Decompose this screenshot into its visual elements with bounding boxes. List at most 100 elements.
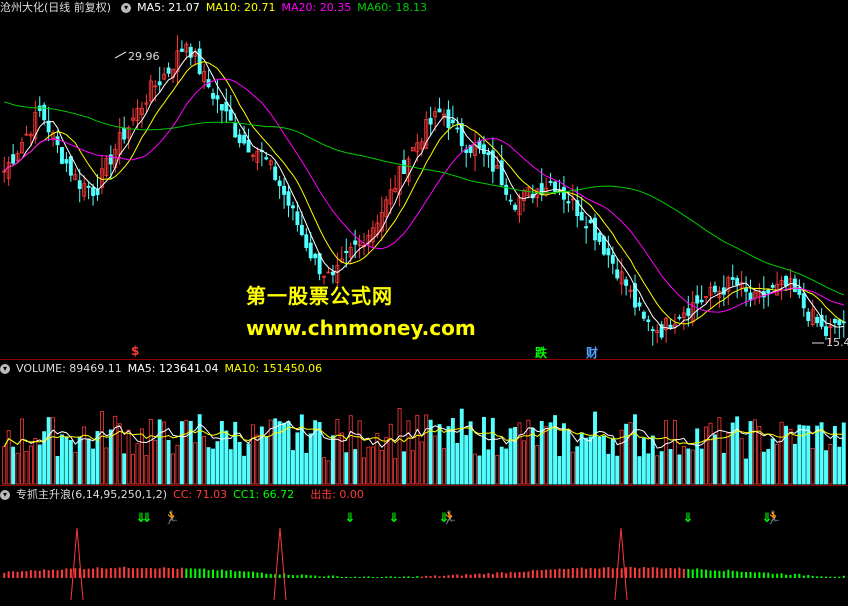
volume-bar — [624, 423, 629, 485]
volume-bar — [442, 448, 446, 485]
volume-bar — [224, 430, 229, 485]
volume-bar — [126, 429, 131, 485]
candle-body — [832, 319, 837, 323]
volume-bar — [824, 450, 828, 485]
volume-bar — [202, 436, 207, 485]
candle-body — [402, 159, 406, 175]
buy-arrow-icon: ⇓ — [345, 511, 356, 526]
candle-body — [330, 271, 335, 276]
candle-body — [237, 134, 242, 144]
volume-bar — [557, 456, 562, 485]
runner-icon: 🏃 — [766, 510, 782, 526]
candle-body — [122, 127, 127, 140]
volume-bar — [28, 445, 33, 485]
volume-bar — [490, 417, 495, 485]
volume-bar — [51, 417, 56, 485]
candle-body — [815, 316, 820, 324]
chart-canvas[interactable]: ⇓⇓ ⇓ ⇓ ⇓ ⇓ ⇓🏃 🏃 🏃 — [0, 0, 848, 606]
volume-bar — [699, 448, 704, 485]
volume-bar — [108, 429, 113, 485]
volume-bar — [575, 446, 580, 485]
volume-bar — [179, 421, 184, 485]
candle-body — [650, 329, 655, 332]
candle-body — [748, 292, 753, 301]
volume-bar — [330, 435, 335, 485]
volume-bar — [157, 419, 162, 485]
candle-body — [730, 277, 735, 280]
volume-bar — [681, 446, 686, 485]
volume-bar — [704, 426, 709, 485]
volume-bar — [530, 427, 535, 485]
candle-body — [841, 321, 846, 324]
candle-body — [179, 48, 184, 52]
volume-bar — [797, 424, 802, 485]
volume-bar — [792, 443, 797, 485]
volume-bar — [2, 446, 7, 485]
candle-body — [344, 250, 349, 254]
candle-body — [792, 278, 797, 292]
stock-chart-window: ⇓ ⇓ ⇓ ⇓ ⇓ ⇓ ⇓ 🏃 🏃 🏃 沧州大化(日线 前复权) ▾ MA5: 21.07 MA10: … — [0, 0, 848, 606]
indicator-settings-icon[interactable]: ▾ — [0, 490, 10, 500]
volume-bar — [171, 453, 175, 485]
volume-bar — [153, 439, 158, 485]
candle-body — [286, 191, 291, 206]
candle-body — [553, 181, 557, 193]
volume-bar — [637, 456, 642, 485]
candle-body — [824, 326, 828, 336]
volume-bar — [668, 448, 673, 485]
volume-bar — [806, 425, 811, 485]
candle-body — [295, 211, 300, 226]
volume-bar — [655, 455, 660, 485]
volume-bar — [308, 433, 313, 485]
volume-bar — [473, 453, 478, 485]
volume-bar — [553, 415, 557, 485]
volume-bar — [513, 427, 518, 485]
volume-bar — [397, 408, 402, 485]
volume-bar — [233, 421, 238, 485]
buy-arrow-icon: ⇓ — [142, 511, 153, 526]
candle-body — [615, 269, 620, 279]
candle-body — [313, 253, 318, 259]
volume-bar — [544, 426, 549, 485]
volume-bar — [428, 419, 433, 485]
volume-panel-header: ▾ VOLUME: 89469.11 MA5: 123641.04 MA10: 151… — [0, 361, 328, 377]
volume-bar — [211, 448, 215, 485]
candle-body — [770, 285, 775, 288]
high-marker-line — [114, 51, 127, 59]
indicator-panel-header: ▾ 专抓主升浪(6,14,95,250,1,2) CC: 71.03 CC1: 66.… — [0, 487, 370, 503]
volume-bar — [60, 434, 64, 485]
settings-icon[interactable]: ▾ — [121, 3, 132, 13]
candle-body — [482, 144, 486, 155]
candle-body — [91, 187, 96, 196]
candle-body — [548, 181, 553, 183]
volume-bar — [828, 444, 833, 485]
volume-bar — [299, 414, 304, 485]
candle-body — [579, 211, 584, 221]
volume-bar — [246, 443, 251, 485]
volume-settings-icon[interactable]: ▾ — [0, 364, 10, 374]
volume-bar — [393, 458, 398, 485]
volume-bar — [633, 414, 637, 485]
volume-bar — [68, 440, 73, 485]
candle-body — [486, 152, 491, 156]
candle-body — [437, 108, 442, 113]
volume-bar — [255, 434, 260, 485]
volume-bar — [402, 451, 406, 485]
volume-bar — [64, 436, 69, 485]
volume-bar — [766, 449, 771, 485]
candle-body — [593, 217, 597, 241]
volume-bar — [601, 435, 606, 485]
volume-bar — [770, 438, 775, 485]
volume-bar — [370, 446, 375, 485]
candle-body — [353, 240, 358, 245]
volume-bar — [673, 420, 677, 485]
candle-body — [273, 166, 278, 180]
volume-bar — [459, 408, 464, 485]
volume-bar — [42, 431, 47, 485]
candle-body — [641, 311, 646, 319]
candle-body — [215, 95, 220, 100]
candle-body — [668, 324, 673, 329]
volume-bar — [610, 438, 615, 485]
volume-bar — [561, 423, 566, 485]
price-panel-plot — [2, 35, 846, 346]
